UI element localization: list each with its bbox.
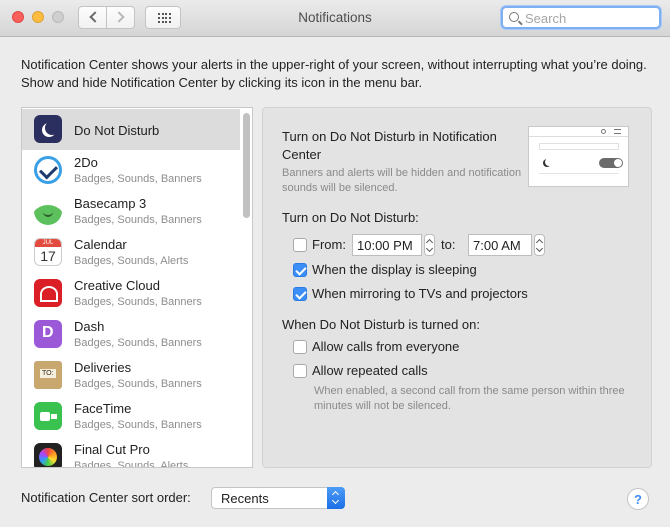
- list-item-facetime[interactable]: FaceTime Badges, Sounds, Banners: [22, 396, 240, 437]
- search-icon: [509, 12, 519, 22]
- mirroring-checkbox[interactable]: [293, 287, 307, 301]
- from-time-field[interactable]: 10:00 PM: [352, 234, 422, 256]
- mirroring-label: When mirroring to TVs and projectors: [312, 286, 528, 301]
- allow-calls-checkbox[interactable]: [293, 340, 307, 354]
- facetime-app-icon: [34, 402, 62, 430]
- toolbar: Notifications: [0, 0, 670, 37]
- allow-calls-label: Allow calls from everyone: [312, 339, 460, 354]
- repeated-calls-checkbox[interactable]: [293, 364, 307, 378]
- creative-cloud-app-icon: [34, 279, 62, 307]
- app-name: 2Do: [74, 155, 98, 170]
- repeated-calls-label: Allow repeated calls: [312, 363, 428, 378]
- notification-center-preview-image: [528, 126, 629, 187]
- app-alert-style: Badges, Sounds, Banners: [74, 214, 202, 226]
- calendar-icon-day: 17: [40, 248, 56, 264]
- app-list[interactable]: Do Not Disturb 2Do Badges, Sounds, Banne…: [21, 107, 253, 468]
- search-icon: [601, 129, 606, 134]
- to-label: to:: [441, 237, 456, 252]
- list-item-2do[interactable]: 2Do Badges, Sounds, Banners: [22, 150, 240, 191]
- intro-text: Notification Center shows your alerts in…: [21, 57, 647, 90]
- deliveries-app-icon: [34, 361, 62, 389]
- list-icon: [614, 129, 621, 134]
- dnd-heading: Turn on Do Not Disturb in Notification C…: [282, 129, 497, 162]
- app-alert-style: Badges, Sounds, Banners: [74, 296, 202, 308]
- calendar-icon-month: JUL: [35, 239, 61, 247]
- list-item-dash[interactable]: Dash Badges, Sounds, Banners: [22, 314, 240, 355]
- list-item-calendar[interactable]: JUL 17 Calendar Badges, Sounds, Alerts: [22, 232, 240, 273]
- help-button[interactable]: ?: [627, 488, 649, 510]
- app-alert-style: Badges, Sounds, Banners: [74, 378, 202, 390]
- moon-icon: [34, 115, 62, 143]
- app-alert-style: Badges, Sounds, Alerts: [74, 460, 189, 468]
- help-icon: ?: [634, 492, 642, 507]
- sort-order-label: Notification Center sort order:: [21, 490, 191, 505]
- scroll-thumb[interactable]: [243, 113, 250, 218]
- 2do-app-icon: [34, 156, 62, 184]
- app-alert-style: Badges, Sounds, Banners: [74, 173, 202, 185]
- display-sleeping-checkbox[interactable]: [293, 263, 307, 277]
- app-name: Deliveries: [74, 360, 132, 375]
- app-name: Calendar: [74, 237, 127, 252]
- repeated-calls-note: When enabled, a second call from the sam…: [314, 385, 625, 412]
- sort-order-value: Recents: [221, 491, 269, 506]
- app-name: Basecamp 3: [74, 196, 147, 211]
- final-cut-pro-app-icon: [34, 443, 62, 467]
- app-name: Final Cut Pro: [74, 442, 150, 457]
- to-time-field[interactable]: 7:00 AM: [468, 234, 532, 256]
- chevron-updown-icon: [327, 487, 345, 509]
- list-item-final-cut-pro[interactable]: Final Cut Pro Badges, Sounds, Alerts: [22, 437, 240, 468]
- turn-on-dnd-label: Turn on Do Not Disturb:: [282, 210, 419, 225]
- do-not-disturb-panel: Turn on Do Not Disturb in Notification C…: [262, 107, 652, 468]
- dash-app-icon: [34, 320, 62, 348]
- from-time-stepper[interactable]: [424, 234, 435, 256]
- app-name: Creative Cloud: [74, 278, 160, 293]
- app-alert-style: Badges, Sounds, Alerts: [74, 255, 189, 267]
- search-field[interactable]: [501, 6, 661, 29]
- app-name: Dash: [74, 319, 105, 334]
- search-input[interactable]: [525, 10, 655, 26]
- when-on-label: When Do Not Disturb is turned on:: [282, 317, 480, 332]
- app-alert-style: Badges, Sounds, Banners: [74, 419, 202, 431]
- dnd-note: Banners and alerts will be hidden and no…: [282, 167, 522, 194]
- app-alert-style: Badges, Sounds, Banners: [74, 337, 202, 349]
- toggle-icon: [599, 158, 623, 168]
- app-list-scrollbar[interactable]: [241, 110, 251, 465]
- from-checkbox[interactable]: [293, 238, 307, 252]
- notifications-window: Notifications Notification Center shows …: [0, 0, 670, 527]
- calendar-app-icon: JUL 17: [34, 238, 62, 266]
- to-time-stepper[interactable]: [534, 234, 545, 256]
- basecamp-app-icon: [34, 197, 62, 225]
- list-item-basecamp[interactable]: Basecamp 3 Badges, Sounds, Banners: [22, 191, 240, 232]
- sort-order-select[interactable]: Recents: [211, 487, 345, 509]
- list-item-do-not-disturb[interactable]: Do Not Disturb: [22, 109, 240, 150]
- list-item-deliveries[interactable]: Deliveries Badges, Sounds, Banners: [22, 355, 240, 396]
- moon-icon: [545, 158, 553, 166]
- from-label: From:: [312, 237, 346, 252]
- list-item-creative-cloud[interactable]: Creative Cloud Badges, Sounds, Banners: [22, 273, 240, 314]
- app-name: FaceTime: [74, 401, 132, 416]
- app-name: Do Not Disturb: [74, 123, 160, 138]
- display-sleeping-label: When the display is sleeping: [312, 262, 477, 277]
